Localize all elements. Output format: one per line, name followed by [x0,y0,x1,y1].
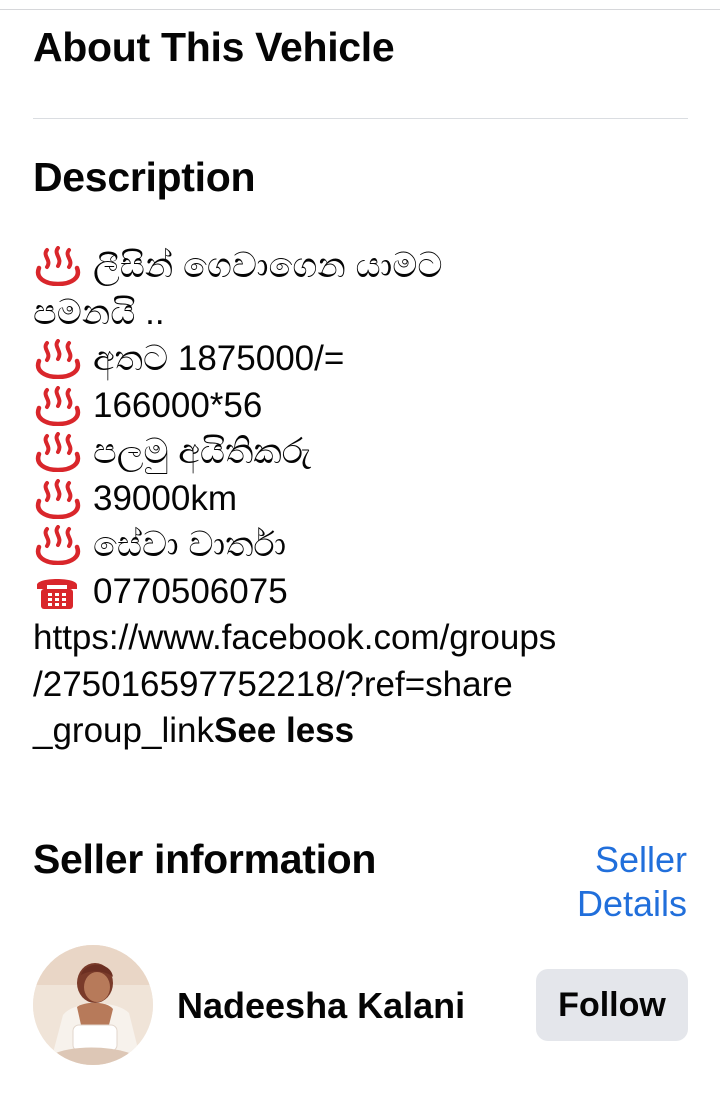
top-divider [0,9,720,10]
description-link-line[interactable]: /275016597752218/?ref=share [33,662,693,709]
see-less-link[interactable]: See less [214,711,354,750]
description-line: 39000km [33,476,693,523]
hot-springs-icon [35,246,81,287]
seller-details-link[interactable]: Seller Details [527,838,687,926]
phone-number[interactable]: 0770506075 [93,569,288,616]
follow-button[interactable]: Follow [536,969,688,1041]
telephone-icon [37,578,77,609]
avatar[interactable] [33,945,153,1065]
description-line: සේවා වාර්තා [33,522,693,569]
section-divider [33,118,688,119]
description-line: පමනයි .. [33,290,693,337]
description-line-text: පලමු අයිතිකරු [93,432,312,471]
description-link-last-line: _group_linkSee less [33,708,693,755]
description-link-line[interactable]: _group_link [33,711,214,750]
description-line: අතට 1875000/= [33,336,693,383]
description-line-text: පමනයි .. [33,292,165,332]
about-vehicle-heading: About This Vehicle [33,24,395,70]
hot-springs-icon [35,478,81,519]
description-line-text: ලීසින් ගෙවාගෙන යාමට [93,246,443,285]
seller-details-label-2: Details [576,883,687,924]
hot-springs-icon [35,525,81,566]
description-line-text: 39000km [93,478,237,518]
seller-info-heading: Seller information [33,836,377,882]
description-heading: Description [33,154,256,200]
description-line: පලමු අයිතිකරු [33,429,693,476]
seller-details-label-1: Seller [594,839,687,880]
description-line-text: සේවා වාර්තා [93,525,287,564]
hot-springs-icon [35,432,81,473]
description-line-text: අතට 1875000/= [93,339,345,378]
description-line: ලීසින් ගෙවාගෙන යාමට [33,243,693,290]
description-line: 166000*56 [33,383,693,430]
seller-name[interactable]: Nadeesha Kalani [177,985,465,1027]
profile-photo [33,945,153,1065]
description-line-text: 166000*56 [93,385,263,425]
description-body: ලීසින් ගෙවාගෙන යාමට පමනයි .. අතට 1875000… [33,243,693,755]
hot-springs-icon [35,339,81,380]
description-line: 0770506075 [33,569,693,616]
hot-springs-icon [35,385,81,426]
description-link-line[interactable]: https://www.facebook.com/groups [33,615,693,662]
